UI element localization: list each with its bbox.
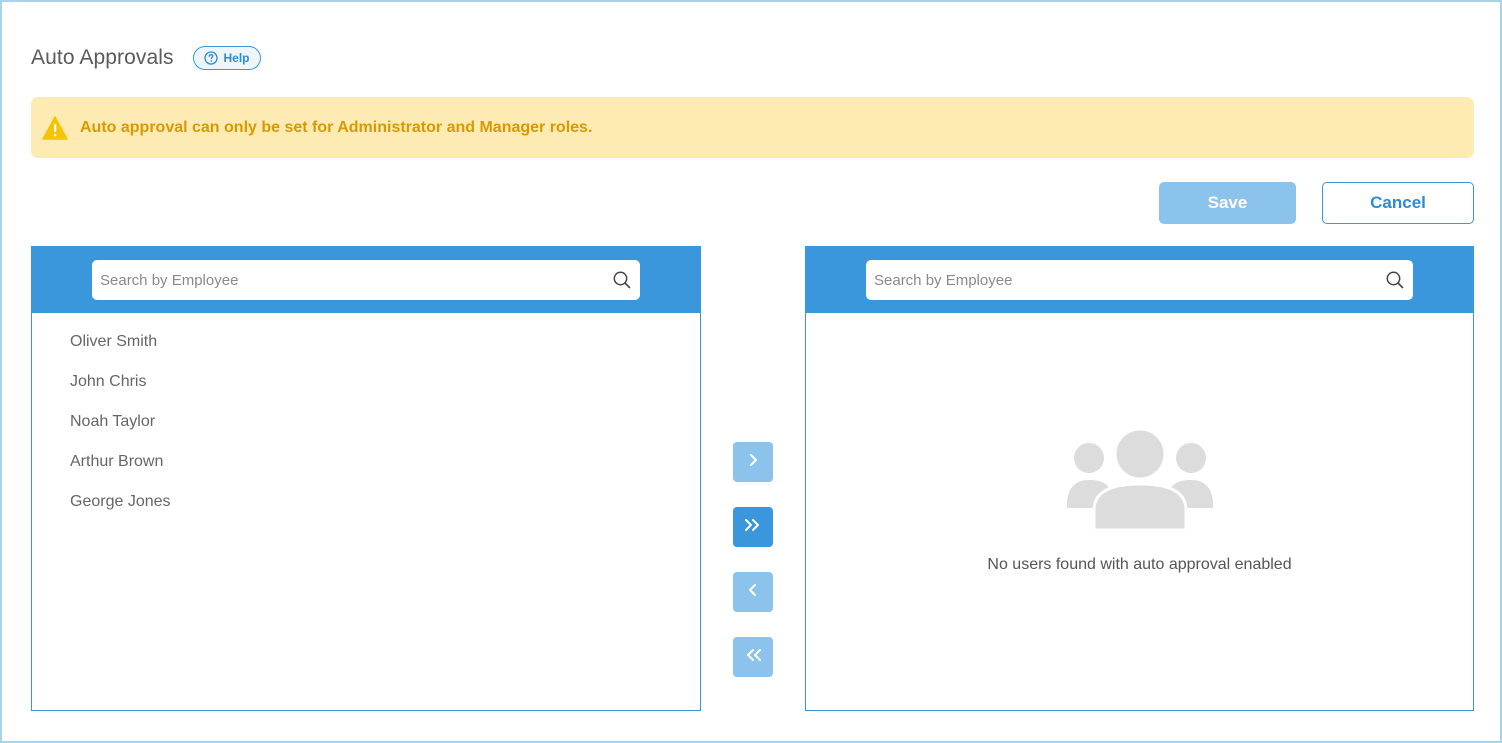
list-item[interactable]: George Jones (32, 490, 700, 530)
list-item[interactable]: John Chris (32, 370, 700, 410)
panel-header (32, 247, 700, 313)
auto-approval-employees-panel: No users found with auto approval enable… (805, 246, 1474, 711)
employee-list: Oliver Smith John Chris Noah Taylor Arth… (32, 313, 700, 530)
warning-alert: Auto approval can only be set for Admini… (31, 97, 1474, 158)
search-box (866, 260, 1413, 300)
move-all-right-button[interactable] (733, 507, 773, 547)
list-item[interactable]: Noah Taylor (32, 410, 700, 450)
panel-header (806, 247, 1473, 313)
auto-approvals-window: Auto Approvals Help Auto approval can on… (0, 0, 1502, 743)
question-circle-icon (204, 51, 219, 65)
move-left-button[interactable] (733, 572, 773, 612)
move-all-left-button[interactable] (733, 637, 773, 677)
list-item[interactable]: Arthur Brown (32, 450, 700, 490)
double-chevron-right-icon (743, 517, 763, 538)
help-label: Help (223, 51, 250, 65)
move-right-button[interactable] (733, 442, 773, 482)
list-item[interactable]: Oliver Smith (32, 330, 700, 370)
cancel-button[interactable]: Cancel (1322, 182, 1474, 224)
empty-state: No users found with auto approval enable… (806, 428, 1473, 574)
alert-message: Auto approval can only be set for Admini… (80, 118, 593, 136)
double-chevron-left-icon (743, 647, 763, 668)
employee-search-input[interactable] (866, 271, 1385, 289)
save-button[interactable]: Save (1159, 182, 1296, 224)
chevron-left-icon (745, 582, 761, 603)
employee-search-input[interactable] (92, 271, 612, 289)
chevron-right-icon (745, 452, 761, 473)
page-title: Auto Approvals (31, 46, 174, 69)
search-icon[interactable] (1385, 270, 1405, 290)
search-box (92, 260, 640, 300)
help-button[interactable]: Help (193, 46, 261, 70)
warning-icon (42, 115, 68, 140)
available-employees-panel: Oliver Smith John Chris Noah Taylor Arth… (31, 246, 701, 711)
users-group-icon (1066, 428, 1213, 530)
search-icon[interactable] (612, 270, 632, 290)
empty-state-message: No users found with auto approval enable… (987, 556, 1292, 573)
